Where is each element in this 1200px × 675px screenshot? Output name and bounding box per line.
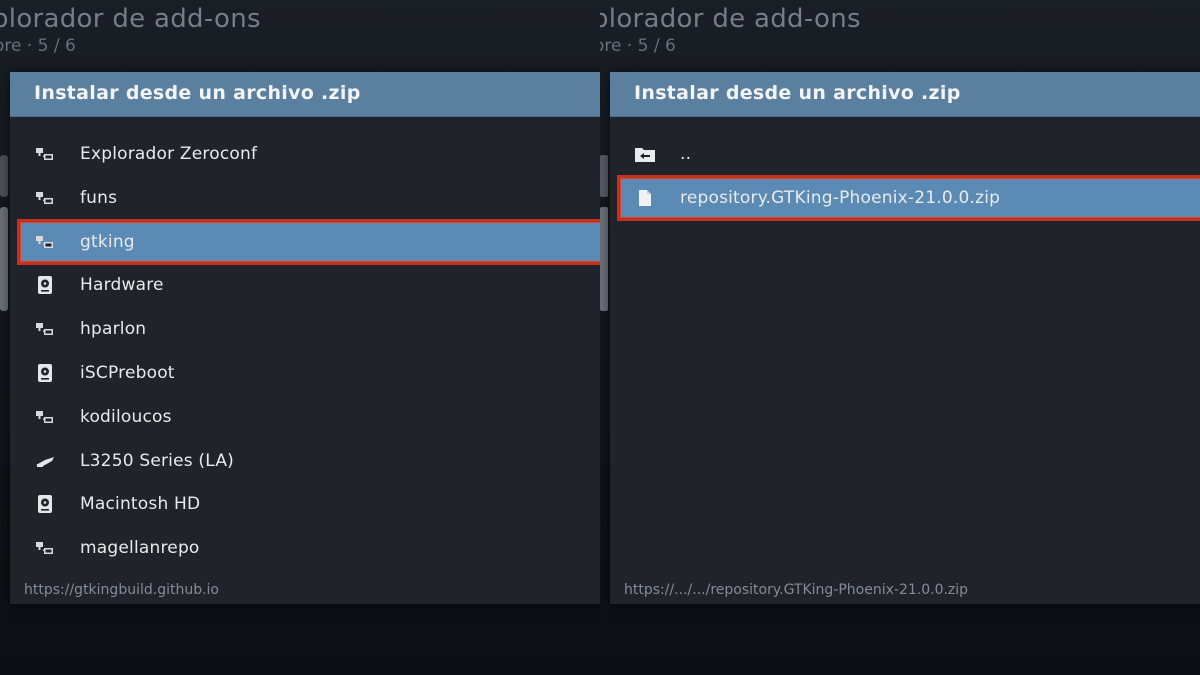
footer-path: https://gtkingbuild.github.io [24, 582, 219, 598]
background-page-title: plorador de add-ons [600, 4, 861, 34]
list-item-label: Macintosh HD [80, 494, 201, 515]
network-share-icon [34, 407, 56, 427]
list-item[interactable]: hparlon [20, 309, 600, 349]
network-share-icon [34, 538, 56, 558]
dialog-header: Instalar desde un archivo .zip [610, 72, 1200, 117]
list-item[interactable]: Explorador Zeroconf [20, 134, 600, 174]
network-share-icon [34, 188, 56, 208]
background-scroll-indicator [0, 155, 8, 197]
background-scrollbar[interactable] [600, 207, 608, 311]
file-list: .. repository.GTKing-Phoenix-21.0.0.zip [617, 134, 1200, 222]
background-scroll-indicator [600, 155, 608, 197]
right-screenshot-panel: plorador de add-ons ore · 5 / 6 Instalar… [600, 0, 1200, 675]
install-from-zip-dialog: Instalar desde un archivo .zip .. reposit… [610, 72, 1200, 604]
dialog-title: Instalar desde un archivo .zip [634, 82, 961, 104]
hard-drive-icon [34, 275, 56, 295]
footer-path: https://.../.../repository.GTKing-Phoeni… [624, 582, 969, 598]
list-item-selected[interactable]: repository.GTKing-Phoenix-21.0.0.zip [617, 174, 1200, 221]
list-item[interactable]: kodiloucos [20, 397, 600, 437]
network-share-icon [34, 319, 56, 339]
list-item[interactable]: .. [620, 134, 1200, 174]
background-page-subtitle: ore · 5 / 6 [0, 36, 76, 56]
file-icon [634, 188, 656, 208]
list-item[interactable]: L3250 Series (LA) [20, 441, 600, 481]
source-list: Explorador Zeroconf funs gtking Hardware hpa… [17, 134, 600, 572]
network-share-icon [34, 232, 56, 252]
list-item[interactable]: magellanrepo [20, 528, 600, 568]
list-item-selected[interactable]: gtking [17, 218, 600, 265]
hard-drive-icon [34, 494, 56, 514]
dialog-header: Instalar desde un archivo .zip [10, 72, 600, 117]
list-item[interactable]: Hardware [20, 265, 600, 305]
background-page-subtitle: ore · 5 / 6 [600, 36, 676, 56]
list-item-label: Hardware [80, 275, 164, 296]
dialog-title: Instalar desde un archivo .zip [34, 82, 361, 104]
background-scrollbar[interactable] [0, 207, 8, 311]
list-item[interactable]: funs [20, 178, 600, 218]
install-from-zip-dialog: Instalar desde un archivo .zip Explorado… [10, 72, 600, 604]
network-share-icon [34, 144, 56, 164]
printer-icon [34, 451, 56, 471]
list-item[interactable]: iSCPreboot [20, 353, 600, 393]
background-page-title: plorador de add-ons [0, 4, 261, 34]
list-item-label: hparlon [80, 319, 147, 340]
list-item-label: L3250 Series (LA) [80, 450, 234, 471]
list-item-label: funs [80, 187, 118, 208]
list-item-label: Explorador Zeroconf [80, 144, 258, 164]
list-item-label: iSCPreboot [80, 362, 175, 383]
list-item-label: .. [680, 144, 692, 164]
list-item-label: gtking [80, 231, 135, 252]
list-item-label: repository.GTKing-Phoenix-21.0.0.zip [680, 187, 1001, 208]
list-item-label: magellanrepo [80, 538, 200, 559]
list-item[interactable]: Macintosh HD [20, 484, 600, 524]
list-item-label: kodiloucos [80, 406, 172, 427]
hard-drive-icon [34, 363, 56, 383]
left-screenshot-panel: plorador de add-ons ore · 5 / 6 Instalar… [0, 0, 600, 675]
parent-folder-icon [634, 144, 656, 164]
